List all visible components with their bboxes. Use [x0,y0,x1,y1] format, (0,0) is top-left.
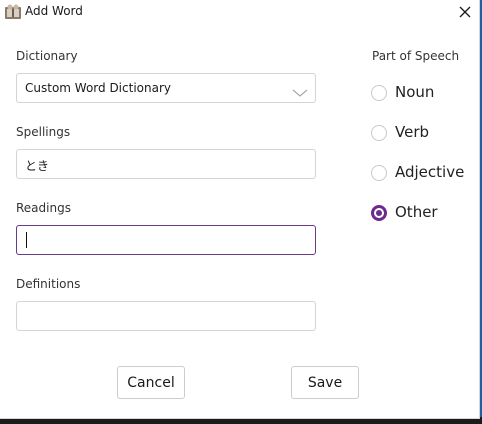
radio-adjective-circle[interactable] [371,165,387,181]
spellings-label: Spellings [16,125,71,139]
dictionary-dropdown[interactable]: Custom Word Dictionary [16,73,316,103]
text-caret [26,232,27,248]
cancel-button[interactable]: Cancel [117,366,185,399]
spellings-input-value: とき [25,159,50,173]
radio-selected-dot [376,210,382,216]
title-bar[interactable]: Add Word [0,0,479,24]
radio-noun-label: Noun [395,83,435,101]
add-word-dialog: Add Word Dictionary Custom Word Dictiona… [0,0,479,418]
radio-noun[interactable]: Noun [371,83,481,105]
readings-label: Readings [16,201,71,215]
dictionary-selected-value: Custom Word Dictionary [25,81,171,95]
radio-other-circle[interactable] [371,205,387,221]
definitions-input[interactable] [16,301,316,331]
radio-adjective-label: Adjective [395,163,465,181]
radio-verb[interactable]: Verb [371,123,481,145]
dictionary-app-icon [5,4,21,19]
spellings-input[interactable]: とき [16,149,316,179]
readings-input[interactable] [16,225,316,255]
radio-other[interactable]: Other [371,203,481,225]
radio-other-label: Other [395,203,438,221]
radio-noun-circle[interactable] [371,85,387,101]
radio-verb-circle[interactable] [371,125,387,141]
close-button[interactable] [452,0,478,24]
radio-verb-label: Verb [395,123,430,141]
definitions-label: Definitions [16,277,81,291]
dictionary-label: Dictionary [16,49,78,63]
radio-adjective[interactable]: Adjective [371,163,481,185]
save-button[interactable]: Save [291,366,359,399]
part-of-speech-label: Part of Speech [372,49,460,63]
background-window-strip [0,417,482,424]
window-title: Add Word [25,4,83,18]
close-icon [459,3,471,22]
chevron-down-icon [292,83,308,97]
